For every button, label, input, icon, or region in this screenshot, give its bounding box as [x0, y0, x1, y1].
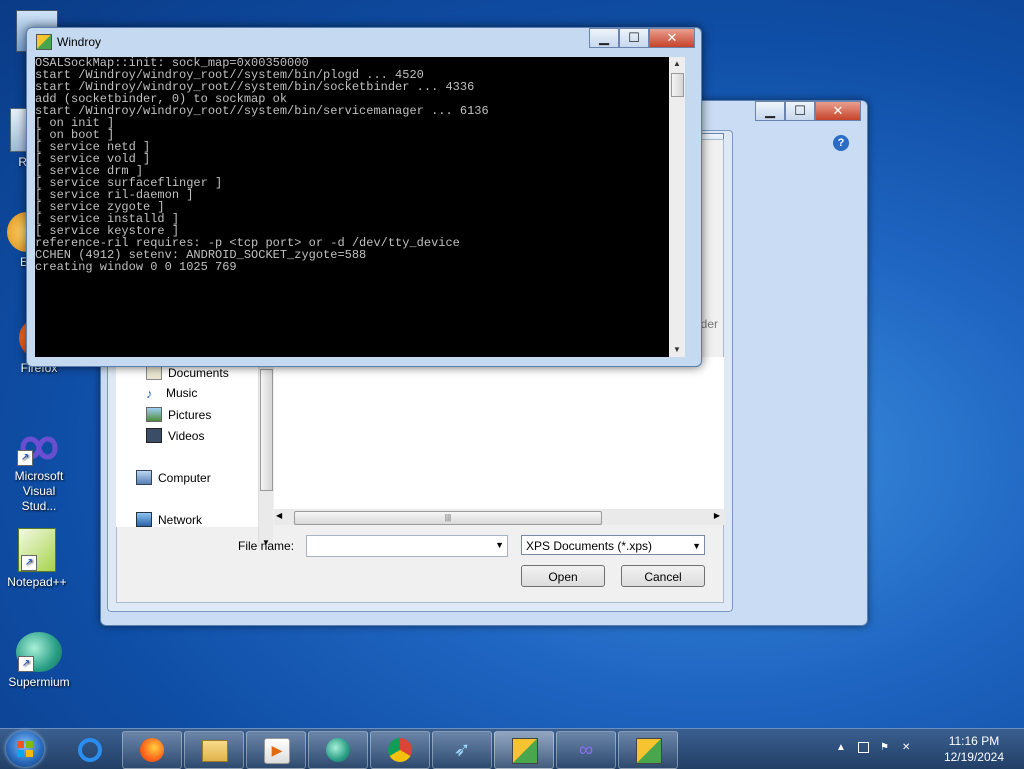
windroy-icon [36, 34, 52, 50]
shortcut-arrow-icon: ↗ [18, 656, 34, 672]
taskbar: ▶ ➶ ∞ ▲ ⚑ ✕ 11:16 PM 12/19/2024 [0, 728, 1024, 769]
desktop-icon-label: Notepad++ [7, 575, 67, 589]
nav-item-documents[interactable]: Documents [146, 365, 229, 380]
maximize-button[interactable]: ☐ [619, 28, 649, 48]
pictures-icon [146, 407, 162, 422]
taskbar-windroy-2[interactable] [618, 731, 678, 769]
windows-logo-icon [17, 741, 33, 757]
minimize-button[interactable]: ▁ [589, 28, 619, 48]
taskbar-visual-studio[interactable]: ∞ [556, 731, 616, 769]
desktop-icon-visual-studio[interactable]: ↗ Microsoft Visual Stud... [4, 430, 74, 514]
nav-item-computer[interactable]: Computer [136, 470, 211, 485]
scroll-thumb[interactable] [260, 369, 273, 491]
visual-studio-icon: ↗ [15, 430, 63, 466]
help-icon[interactable]: ? [833, 135, 849, 151]
navigation-pane[interactable]: Documents ♪ Music Pictures Videos Comput… [116, 357, 262, 527]
music-icon: ♪ [146, 385, 153, 401]
close-button[interactable]: ✕ [815, 101, 861, 121]
visual-studio-icon: ∞ [578, 739, 594, 761]
nav-item-label: Videos [168, 428, 205, 443]
nav-item-label: Pictures [168, 407, 212, 422]
taskbar-firefox[interactable] [122, 731, 182, 769]
taskbar-app[interactable]: ➶ [432, 731, 492, 769]
taskbar-media-player[interactable]: ▶ [246, 731, 306, 769]
volume-muted-icon[interactable]: ✕ [902, 742, 914, 754]
system-tray: ▲ ⚑ ✕ 11:16 PM 12/19/2024 [834, 729, 1024, 769]
file-type-value: XPS Documents (*.xps) [526, 539, 653, 553]
close-button[interactable]: ✕ [649, 28, 695, 48]
supermium-icon: ↗ [16, 632, 62, 672]
console-window-controls: ▁ ☐ ✕ [589, 28, 695, 48]
scroll-thumb[interactable] [671, 73, 684, 97]
open-button[interactable]: Open [521, 565, 605, 587]
shortcut-arrow-icon: ↗ [17, 450, 33, 466]
scroll-left-arrow[interactable]: ◀ [276, 511, 282, 520]
videos-icon [146, 428, 162, 443]
chevron-down-icon[interactable]: ▼ [692, 536, 701, 556]
nav-item-label: Music [166, 386, 198, 400]
background-window-controls: ▁ ☐ ✕ [755, 101, 861, 121]
taskbar-chrome[interactable] [370, 731, 430, 769]
minimize-button[interactable]: ▁ [755, 101, 785, 121]
taskbar-supermium[interactable] [308, 731, 368, 769]
firefox-icon [140, 738, 164, 762]
supermium-icon [326, 738, 350, 762]
scroll-right-arrow[interactable]: ▶ [714, 511, 720, 520]
desktop-icon-notepadpp[interactable]: ↗ Notepad++ [2, 528, 72, 590]
taskbar-windroy[interactable] [494, 731, 554, 769]
navigation-scrollbar[interactable]: ▲ ▼ [258, 357, 273, 547]
console-output-text: OSALSockMap::init: sock_map=0x00350000 s… [35, 56, 489, 274]
wing-icon: ➶ [453, 739, 471, 761]
scroll-up-arrow[interactable]: ▲ [669, 57, 685, 71]
nav-item-label: Documents [168, 365, 229, 380]
documents-icon [146, 365, 162, 380]
nav-item-label: Network [158, 512, 203, 527]
nav-item-pictures[interactable]: Pictures [146, 407, 211, 422]
scroll-down-arrow[interactable]: ▼ [669, 343, 685, 357]
file-type-select[interactable]: XPS Documents (*.xps) ▼ [521, 535, 705, 555]
window-title: Windroy [57, 35, 102, 49]
media-player-icon: ▶ [264, 738, 290, 764]
clock[interactable]: 11:16 PM 12/19/2024 [944, 733, 1004, 765]
scroll-thumb[interactable]: ||| [294, 511, 602, 525]
notepadpp-icon: ↗ [18, 528, 56, 572]
nav-item-label: Computer [158, 470, 211, 485]
nav-item-network[interactable]: Network [136, 512, 202, 527]
show-hidden-icons-icon[interactable]: ▲ [836, 742, 848, 754]
chrome-icon [388, 738, 412, 762]
console-scrollbar[interactable]: ▲ ▼ [669, 57, 685, 357]
maximize-button[interactable]: ☐ [785, 101, 815, 121]
start-button[interactable] [6, 731, 44, 767]
computer-icon [136, 470, 152, 485]
console-output-area[interactable]: OSALSockMap::init: sock_map=0x00350000 s… [35, 57, 685, 357]
folder-icon [202, 740, 228, 762]
chevron-down-icon[interactable]: ▼ [495, 540, 504, 550]
file-list-pane[interactable]: lder [274, 317, 724, 517]
network-icon[interactable] [858, 742, 869, 753]
shortcut-arrow-icon: ↗ [21, 555, 37, 571]
desktop-icon-label: Microsoft Visual Stud... [14, 469, 64, 513]
clock-time: 11:16 PM [948, 734, 1000, 748]
taskbar-ie[interactable] [60, 731, 120, 769]
clock-date: 12/19/2024 [943, 750, 1004, 764]
desktop-icon-supermium[interactable]: ↗ Supermium [4, 632, 74, 690]
action-center-icon[interactable]: ⚑ [880, 742, 892, 754]
file-name-input[interactable]: ▼ [306, 535, 508, 557]
cancel-button[interactable]: Cancel [621, 565, 705, 587]
file-list-hscrollbar[interactable]: ◀ ||| ▶ [274, 509, 726, 525]
nav-item-videos[interactable]: Videos [146, 428, 204, 443]
windroy-icon [636, 738, 662, 764]
console-window[interactable]: Windroy ▁ ☐ ✕ OSALSockMap::init: sock_ma… [26, 27, 702, 367]
nav-item-music[interactable]: ♪ Music [146, 386, 197, 400]
windroy-icon [512, 738, 538, 764]
file-name-label: File name: [238, 539, 295, 553]
internet-explorer-icon [78, 738, 102, 762]
desktop-icon-label: Supermium [8, 675, 70, 689]
taskbar-explorer[interactable] [184, 731, 244, 769]
network-icon [136, 512, 152, 527]
